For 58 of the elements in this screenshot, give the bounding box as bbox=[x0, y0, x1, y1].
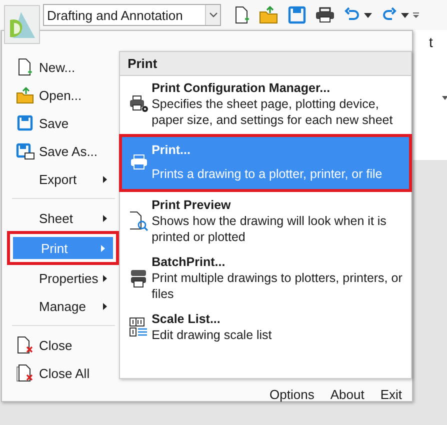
submenu-header: Print bbox=[120, 52, 411, 76]
menu-item[interactable]: Export bbox=[11, 166, 115, 192]
submenu-item[interactable]: BatchPrint... Print multiple drawings to plotters, printers, or files bbox=[120, 250, 411, 307]
menu-item[interactable]: Close bbox=[11, 332, 115, 358]
scale-list-icon bbox=[128, 317, 149, 337]
submenu-arrow-icon bbox=[102, 302, 107, 310]
submenu-arrow-icon bbox=[100, 244, 105, 252]
new-file-icon bbox=[18, 58, 32, 76]
submenu-arrow-icon bbox=[102, 214, 107, 222]
item-title: Print... bbox=[152, 142, 192, 158]
menu-item[interactable]: New... bbox=[11, 54, 115, 80]
redo-icon[interactable] bbox=[381, 7, 397, 23]
menu-item[interactable]: Manage bbox=[11, 293, 115, 319]
item-description: Print multiple drawings to plotters, printers, or files bbox=[152, 270, 404, 302]
chevron-down-icon bbox=[208, 12, 218, 18]
stacked-printers-icon bbox=[130, 268, 148, 288]
document-magnifier-icon bbox=[128, 211, 149, 231]
item-description: Specifies the sheet page, plotting device, paper size, and settings for each new sheet bbox=[152, 96, 394, 128]
menu-item[interactable]: Save bbox=[11, 110, 115, 136]
item-title: Print Preview bbox=[152, 197, 232, 213]
submenu-item[interactable]: Print Preview Shows how the drawing will look when it is printed or plotted bbox=[120, 193, 411, 250]
footer-button[interactable]: Exit bbox=[374, 387, 408, 402]
menu-item[interactable]: Open... bbox=[11, 82, 115, 108]
open-folder-icon[interactable] bbox=[259, 6, 279, 24]
overflow-icon[interactable] bbox=[413, 12, 419, 18]
app-logo-icon bbox=[7, 10, 37, 40]
print-icon[interactable] bbox=[315, 7, 335, 23]
submenu-arrow-icon bbox=[102, 274, 107, 282]
menu-item[interactable]: Close All bbox=[11, 360, 115, 386]
item-title: Scale List... bbox=[152, 311, 222, 327]
close-all-files-icon bbox=[16, 364, 34, 382]
item-title: BatchPrint... bbox=[152, 254, 226, 270]
footer-button[interactable]: About bbox=[324, 387, 370, 402]
background-text: t bbox=[429, 34, 433, 50]
item-title: Print Configuration Manager... bbox=[152, 80, 332, 96]
menu-item[interactable]: Sheet bbox=[11, 205, 115, 231]
save-as-icon bbox=[16, 142, 34, 160]
submenu-item[interactable]: Scale List... Edit drawing scale list bbox=[120, 307, 411, 348]
menu-item[interactable]: Save As... bbox=[11, 138, 115, 164]
workspace-dropdown[interactable]: Drafting and Annotation bbox=[43, 4, 221, 26]
item-description: Shows how the drawing will look when it is printed or plotted bbox=[152, 213, 388, 245]
footer-button[interactable]: Options bbox=[264, 387, 320, 402]
submenu-item[interactable]: Print Configuration Manager... Specifies the sheet page, plotting device, paper size, and settings for each new sheet bbox=[120, 76, 411, 133]
close-file-icon bbox=[16, 336, 34, 354]
dropdown-arrow-icon[interactable] bbox=[401, 12, 409, 18]
print-icon bbox=[130, 154, 148, 170]
undo-icon[interactable] bbox=[344, 7, 360, 23]
save-icon bbox=[17, 115, 33, 131]
item-description: Prints a drawing to a plotter, printer, or file bbox=[152, 166, 382, 182]
dropdown-arrow-icon[interactable] bbox=[364, 12, 372, 18]
submenu-arrow-icon bbox=[102, 176, 107, 182]
save-icon[interactable] bbox=[288, 6, 306, 24]
dropdown-arrow-icon bbox=[442, 96, 447, 100]
menu-item[interactable]: Properties bbox=[11, 265, 115, 291]
item-description: Edit drawing scale list bbox=[152, 327, 272, 343]
printer-gear-icon bbox=[128, 95, 149, 113]
new-file-icon[interactable] bbox=[234, 5, 250, 25]
open-folder-icon bbox=[16, 86, 34, 104]
